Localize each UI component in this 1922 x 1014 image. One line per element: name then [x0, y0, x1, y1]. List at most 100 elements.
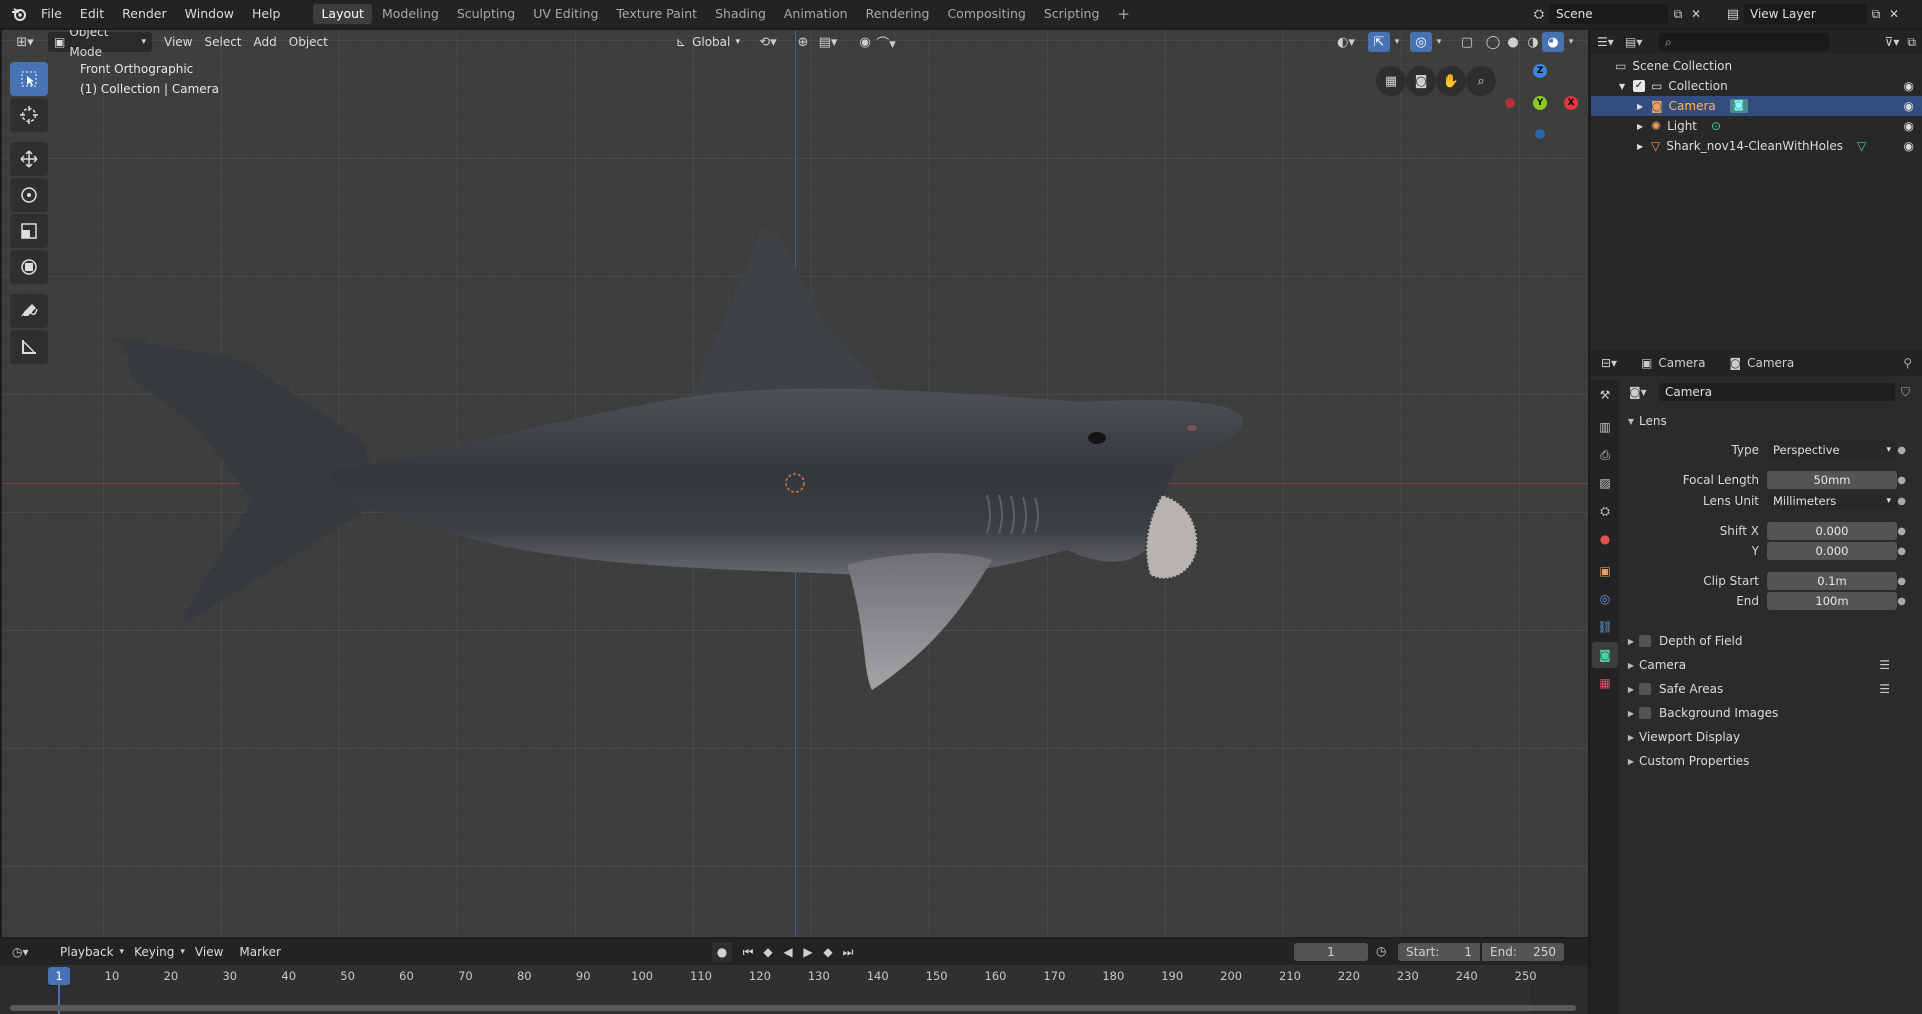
- output-tab-icon[interactable]: ⎙: [1592, 442, 1618, 468]
- current-frame-field[interactable]: 1: [1294, 943, 1368, 961]
- timeline-area[interactable]: 1 10 20 30 40 50 60 70 80 90 100 110 120 130 140 150 16…: [0, 965, 1588, 1014]
- outliner-item-light[interactable]: ▶ ✺ Light ⊙ ◉: [1591, 116, 1922, 136]
- jump-start-icon[interactable]: ⏮: [738, 945, 758, 960]
- new-collection-icon[interactable]: ⧉: [1907, 35, 1916, 50]
- solid-shading-icon[interactable]: ●: [1502, 32, 1524, 52]
- scene-name-field[interactable]: Scene: [1550, 4, 1668, 24]
- play-reverse-icon[interactable]: ◀: [778, 945, 798, 959]
- grid-view-icon[interactable]: ▦: [1376, 66, 1406, 96]
- menu-window[interactable]: Window: [176, 0, 243, 28]
- start-frame-field[interactable]: Start: 1: [1398, 943, 1480, 961]
- timeline-editor-icon[interactable]: ◷▾: [12, 945, 42, 959]
- expand-arrow-icon[interactable]: ▼: [1619, 82, 1633, 91]
- menu-add[interactable]: Add: [248, 32, 283, 52]
- expand-arrow-icon[interactable]: ▶: [1637, 142, 1651, 151]
- playhead[interactable]: 1: [48, 967, 70, 985]
- menu-render[interactable]: Render: [113, 0, 176, 28]
- eye-icon[interactable]: ◉: [1904, 119, 1914, 133]
- outliner-collection[interactable]: ▼ ✓ ▭ Collection ◉: [1591, 76, 1922, 96]
- tab-modeling[interactable]: Modeling: [374, 4, 447, 24]
- physics-tab-icon[interactable]: ◎: [1592, 586, 1618, 612]
- jump-end-icon[interactable]: ⏭: [838, 945, 858, 960]
- object-mode-dropdown[interactable]: ▣ Object Mode ▾: [48, 30, 152, 59]
- camera-data-icon[interactable]: ◙: [1729, 99, 1748, 113]
- keyframe-dot-icon[interactable]: ●: [1897, 576, 1906, 587]
- menu-select[interactable]: Select: [198, 32, 247, 52]
- camera-panel[interactable]: ▶ Camera ☰: [1623, 654, 1922, 676]
- expand-arrow-icon[interactable]: ▶: [1637, 122, 1651, 131]
- gizmo-y-axis[interactable]: Y: [1533, 96, 1547, 110]
- editor-type-icon[interactable]: ⊞▾: [10, 32, 40, 52]
- menu-edit[interactable]: Edit: [71, 0, 113, 28]
- menu-playback[interactable]: Playback: [54, 942, 120, 962]
- view-layer-field[interactable]: View Layer: [1744, 4, 1866, 24]
- keyframe-dot-icon[interactable]: ●: [1897, 445, 1906, 456]
- add-workspace-button[interactable]: +: [1109, 4, 1138, 24]
- scale-tool[interactable]: [10, 214, 48, 248]
- texture-tab-icon[interactable]: ▦: [1592, 670, 1618, 696]
- presets-list-icon[interactable]: ☰: [1879, 658, 1890, 672]
- camera-view-icon[interactable]: ◙: [1406, 66, 1436, 96]
- shark-mesh[interactable]: [2, 30, 1588, 937]
- fake-user-icon[interactable]: ⛉: [1901, 385, 1910, 400]
- tab-texture-paint[interactable]: Texture Paint: [608, 4, 705, 24]
- object-tab-icon[interactable]: ▣: [1592, 558, 1618, 584]
- menu-object[interactable]: Object: [283, 32, 334, 52]
- keyframe-dot-icon[interactable]: ●: [1897, 596, 1906, 607]
- falloff-icon[interactable]: ⌒▾: [872, 32, 900, 52]
- next-keyframe-icon[interactable]: ◆: [818, 945, 838, 959]
- 3d-viewport[interactable]: ⊞▾ ▣ Object Mode ▾ View Select Add Objec…: [2, 30, 1588, 937]
- keyframe-dot-icon[interactable]: ●: [1897, 546, 1906, 557]
- display-mode-icon[interactable]: ▤▾: [1625, 35, 1655, 49]
- menu-view[interactable]: View: [158, 32, 198, 52]
- shift-y-field[interactable]: 0.000: [1767, 542, 1897, 560]
- eye-icon[interactable]: ◉: [1904, 99, 1914, 113]
- xray-toggle-icon[interactable]: ▢: [1456, 32, 1478, 52]
- clip-start-field[interactable]: 0.1m: [1767, 572, 1897, 590]
- menu-keying[interactable]: Keying: [128, 942, 180, 962]
- lens-unit-dropdown[interactable]: Millimeters ▾: [1767, 492, 1897, 510]
- menu-timeline-view[interactable]: View: [189, 942, 229, 962]
- record-icon[interactable]: ●: [712, 942, 732, 962]
- tab-compositing[interactable]: Compositing: [939, 4, 1033, 24]
- type-dropdown[interactable]: Perspective ▾: [1767, 441, 1897, 459]
- object-breadcrumb[interactable]: Camera: [1658, 356, 1705, 370]
- outliner-item-shark[interactable]: ▶ ▽ Shark_nov14-CleanWithHoles ▽ ◉: [1591, 136, 1922, 156]
- keyframe-dot-icon[interactable]: ●: [1897, 475, 1906, 486]
- outliner-scene-collection[interactable]: ▭ Scene Collection: [1591, 56, 1922, 76]
- axis-gizmo[interactable]: Z Y X: [1488, 64, 1578, 154]
- eye-icon[interactable]: ◉: [1904, 79, 1914, 93]
- safe-areas-checkbox[interactable]: [1639, 683, 1651, 695]
- clip-end-field[interactable]: 100m: [1767, 592, 1897, 610]
- tool-tab-icon[interactable]: ⚒: [1592, 382, 1618, 408]
- overlays-dropdown-icon[interactable]: ▾: [1432, 32, 1446, 52]
- tab-sculpting[interactable]: Sculpting: [449, 4, 523, 24]
- selectability-icon[interactable]: ◐▾: [1330, 32, 1362, 52]
- focal-length-field[interactable]: 50mm: [1767, 471, 1897, 489]
- snap-icon[interactable]: ⊕: [792, 32, 814, 52]
- tab-layout[interactable]: Layout: [313, 4, 372, 24]
- background-images-panel[interactable]: ▶ Background Images: [1623, 702, 1922, 724]
- light-data-icon[interactable]: ⊙: [1711, 119, 1721, 133]
- cursor-tool[interactable]: [10, 98, 48, 132]
- keyframe-dot-icon[interactable]: ●: [1897, 526, 1906, 537]
- snap-target-icon[interactable]: ▤▾: [814, 32, 842, 52]
- render-tab-icon[interactable]: ▥: [1592, 414, 1618, 440]
- outliner-search-input[interactable]: ⌕: [1659, 33, 1829, 51]
- rendered-shading-icon[interactable]: ◕: [1542, 32, 1564, 52]
- end-frame-field[interactable]: End: 250: [1482, 943, 1564, 961]
- expand-arrow-icon[interactable]: ▶: [1637, 102, 1651, 111]
- wireframe-shading-icon[interactable]: ◯: [1482, 32, 1504, 52]
- world-tab-icon[interactable]: ●: [1592, 526, 1618, 552]
- transform-orientation-dropdown[interactable]: ⊾ Global ▾: [670, 32, 746, 52]
- tab-scripting[interactable]: Scripting: [1036, 4, 1108, 24]
- view-layer-selector[interactable]: ▤ View Layer ⧉ ✕: [1722, 4, 1902, 24]
- constraints-tab-icon[interactable]: ⛓: [1592, 614, 1618, 640]
- preview-range-icon[interactable]: ◷: [1376, 944, 1386, 958]
- tab-uv-editing[interactable]: UV Editing: [525, 4, 606, 24]
- select-box-tool[interactable]: [10, 62, 48, 96]
- outliner-item-camera[interactable]: ▶ ◙ Camera ◙ ◉: [1591, 96, 1922, 116]
- menu-help[interactable]: Help: [243, 0, 290, 28]
- presets-list-icon[interactable]: ☰: [1879, 682, 1890, 696]
- custom-properties-panel[interactable]: ▶ Custom Properties: [1623, 750, 1922, 772]
